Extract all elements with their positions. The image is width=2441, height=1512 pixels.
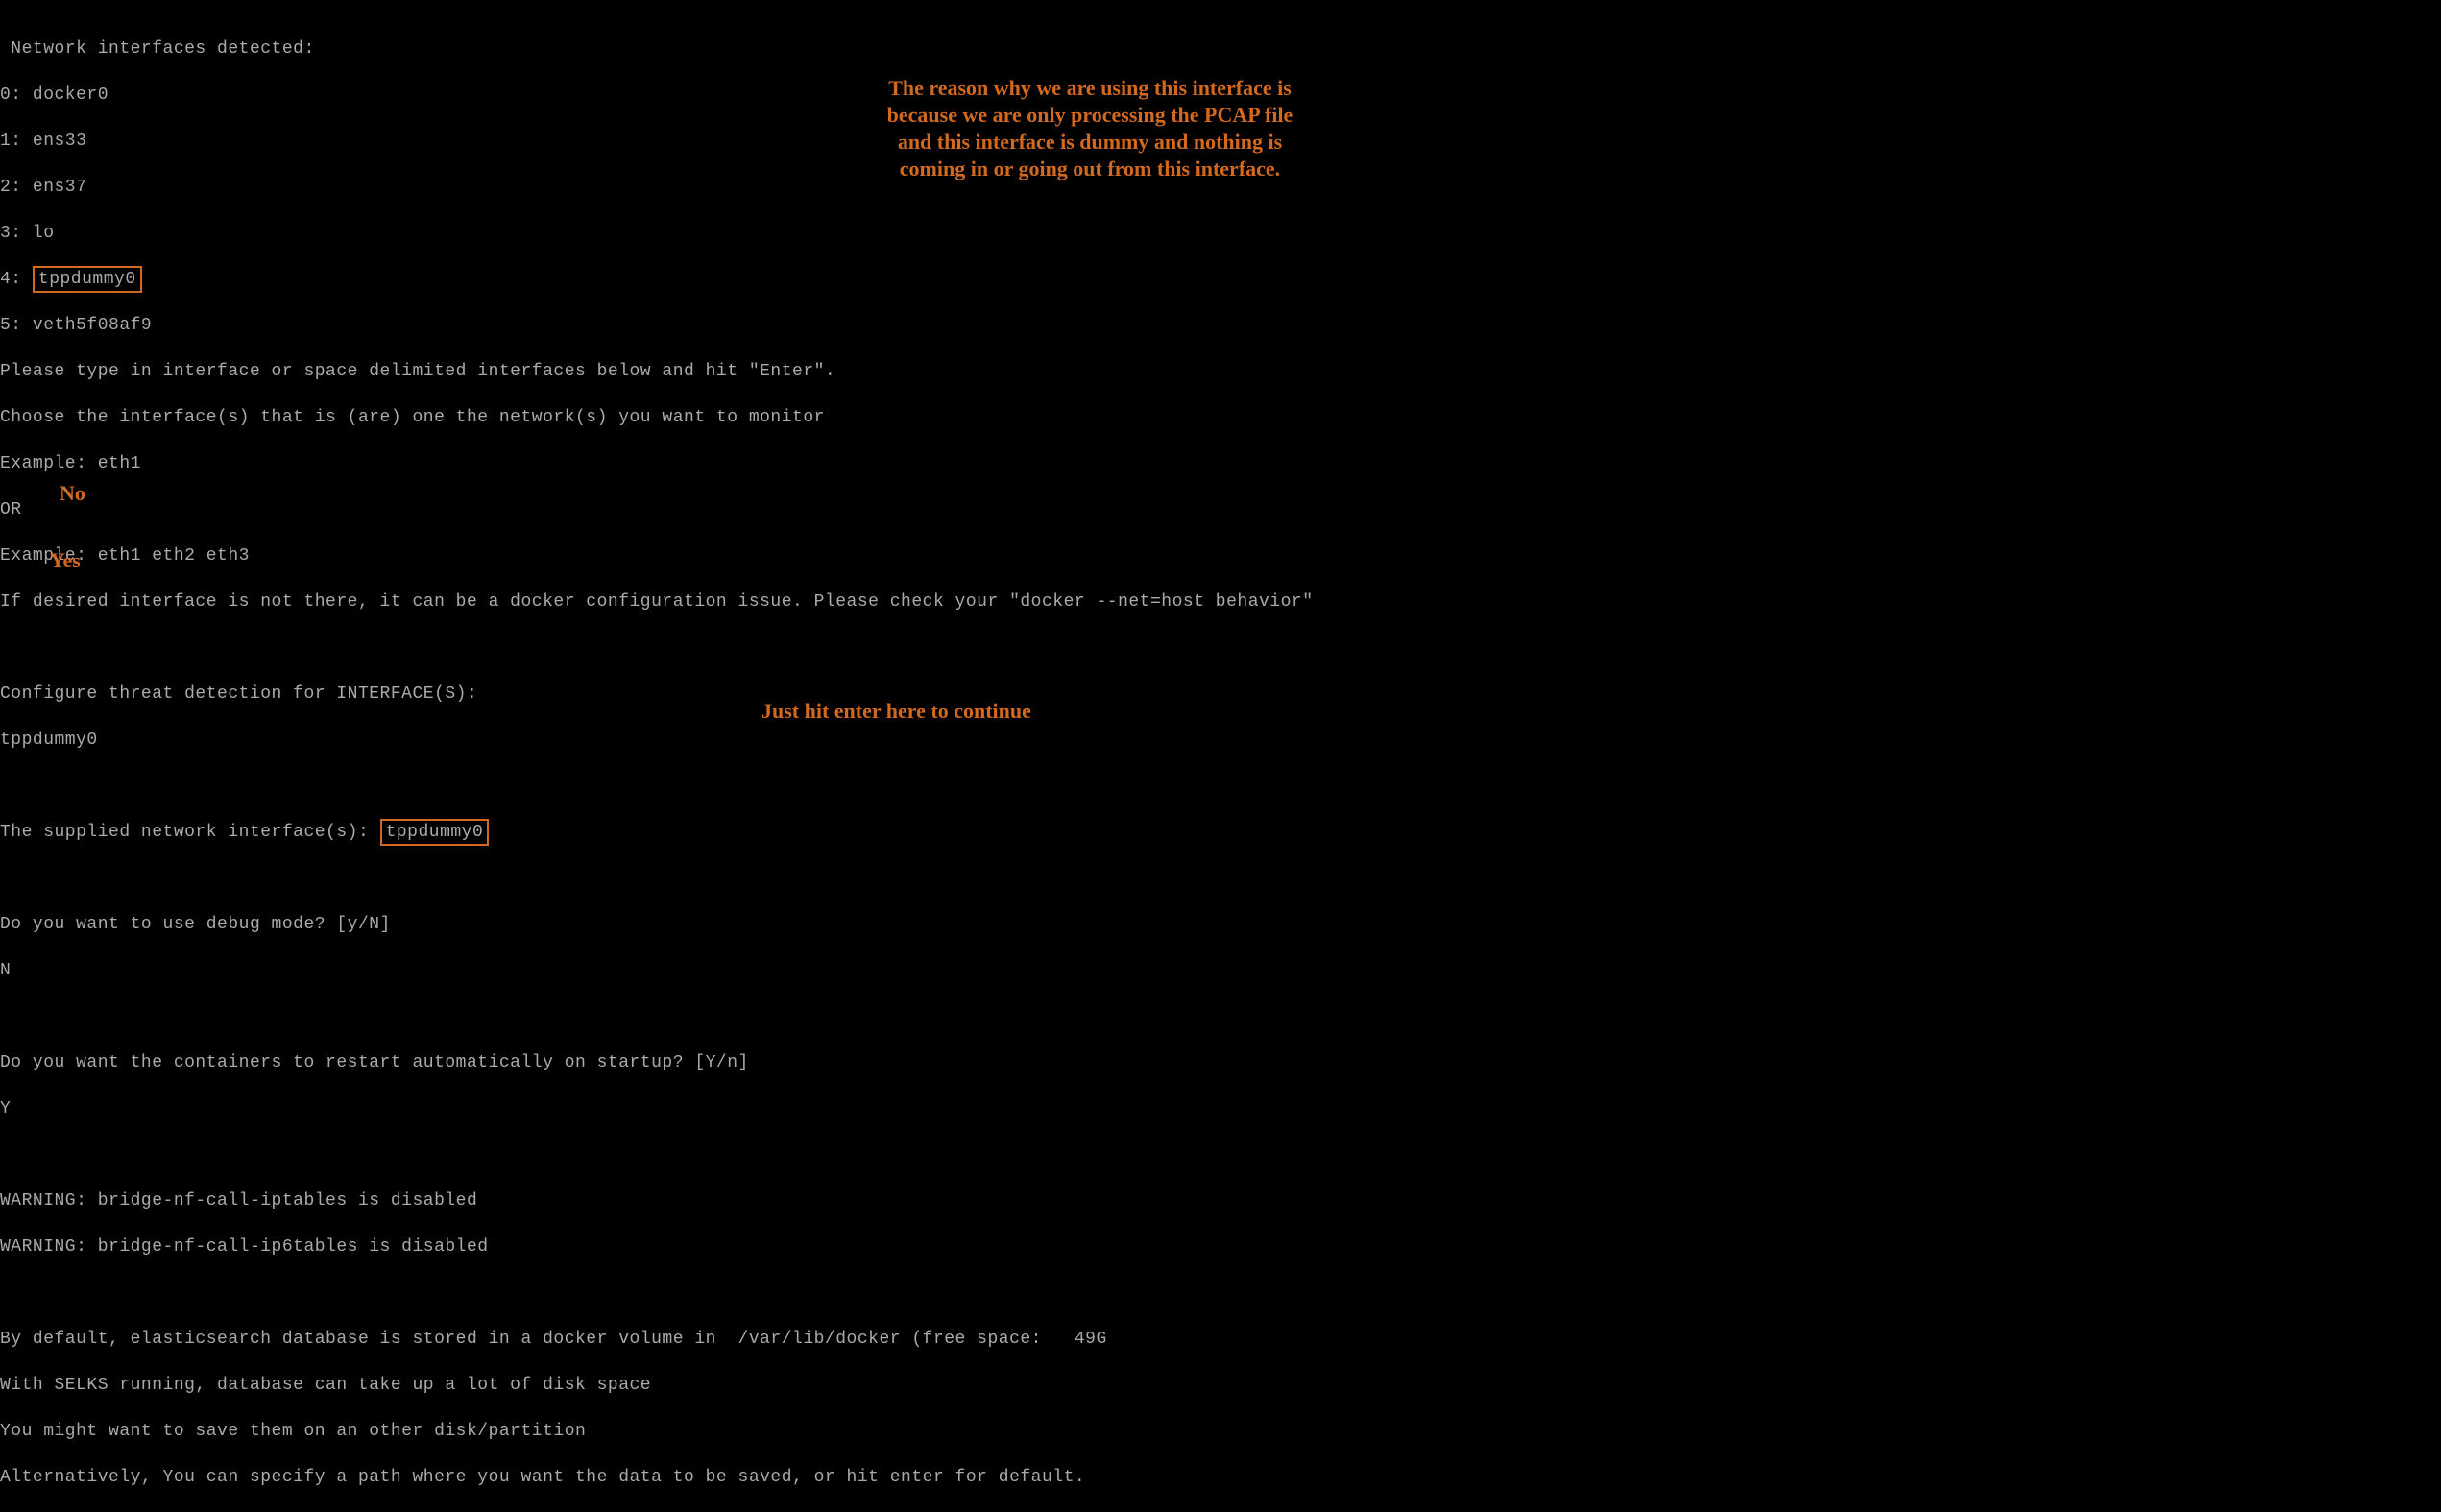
terminal-line: If desired interface is not there, it ca… <box>0 590 1314 613</box>
terminal-line: Configure threat detection for INTERFACE… <box>0 683 1314 706</box>
annotation-yes: Yes <box>50 547 81 574</box>
terminal-input-line[interactable]: tppdummy0 <box>0 729 1314 752</box>
terminal-line: 3: lo <box>0 222 1314 245</box>
terminal-line: Do you want to use debug mode? [y/N] <box>0 913 1314 936</box>
terminal-line: WARNING: bridge-nf-call-iptables is disa… <box>0 1189 1314 1212</box>
terminal-line: With SELKS running, database can take up… <box>0 1374 1314 1397</box>
terminal-line: Example: eth1 <box>0 452 1314 475</box>
terminal-line <box>0 1143 1314 1166</box>
terminal-line <box>0 1005 1314 1028</box>
terminal-line: Do you want the containers to restart au… <box>0 1051 1314 1074</box>
terminal-line: You might want to save them on an other … <box>0 1420 1314 1443</box>
terminal-input-line[interactable]: Y <box>0 1097 1314 1120</box>
terminal-line <box>0 636 1314 660</box>
terminal-line: By default, elasticsearch database is st… <box>0 1328 1314 1351</box>
highlighted-interface: tppdummy0 <box>33 266 142 293</box>
terminal-line: WARNING: bridge-nf-call-ip6tables is dis… <box>0 1236 1314 1259</box>
annotation-hit-enter: Just hit enter here to continue <box>761 698 1031 725</box>
terminal-line: Alternatively, You can specify a path wh… <box>0 1466 1314 1489</box>
terminal-output: Network interfaces detected: 0: docker0 … <box>0 14 1314 1512</box>
terminal-line: The supplied network interface(s): tppdu… <box>0 821 1314 844</box>
terminal-line: Please type in interface or space delimi… <box>0 360 1314 383</box>
terminal-line: Example: eth1 eth2 eth3 <box>0 544 1314 567</box>
terminal-input-line[interactable]: N <box>0 959 1314 982</box>
terminal-line: Network interfaces detected: <box>0 37 1314 60</box>
iface-prefix: 4: <box>0 270 33 289</box>
terminal-line: Choose the interface(s) that is (are) on… <box>0 406 1314 429</box>
annotation-no: No <box>60 480 85 507</box>
supplied-prefix: The supplied network interface(s): <box>0 823 380 842</box>
annotation-interface-explanation: The reason why we are using this interfa… <box>874 75 1306 182</box>
terminal-line <box>0 775 1314 798</box>
highlighted-interface: tppdummy0 <box>380 819 490 846</box>
terminal-line <box>0 867 1314 890</box>
terminal-line: OR <box>0 498 1314 521</box>
terminal-line: 5: veth5f08af9 <box>0 314 1314 337</box>
terminal-line: 4: tppdummy0 <box>0 268 1314 291</box>
terminal-line <box>0 1282 1314 1305</box>
